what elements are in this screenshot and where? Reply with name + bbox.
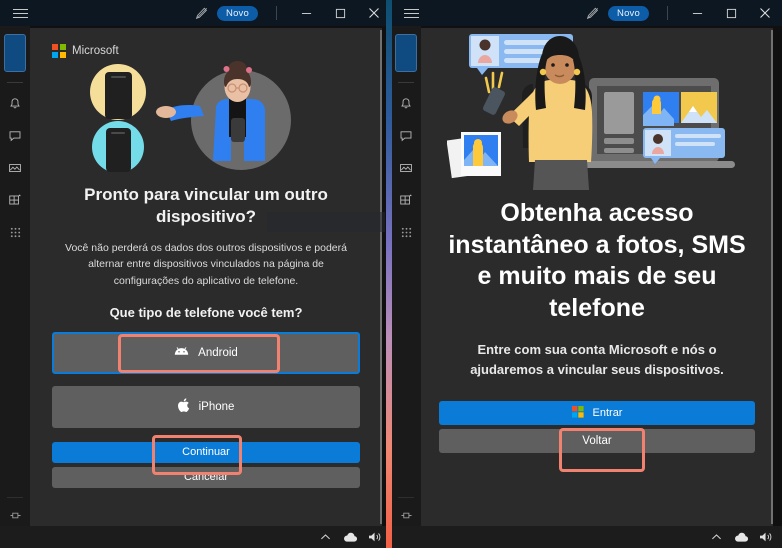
titlebar-divider [667,6,668,20]
photos-icon[interactable] [0,153,30,183]
pin-icon[interactable] [0,504,30,526]
continue-button[interactable]: Continuar [52,441,360,463]
sign-in-label: Entrar [592,407,623,419]
hamburger-icon[interactable] [0,0,40,26]
back-button[interactable]: Voltar [439,429,755,453]
page-title: Obtenha acesso instantâneo a fotos, SMS … [448,199,746,322]
minimize-button[interactable] [680,0,714,26]
titlebar-divider [276,6,277,20]
titlebar-right: Novo [391,0,782,26]
apps-icon[interactable] [0,185,30,215]
novo-badge[interactable]: Novo [217,5,258,21]
option-iphone-label: iPhone [198,400,235,413]
dialpad-icon[interactable] [391,217,421,247]
microsoft-logo: Microsoft [52,44,360,58]
option-iphone[interactable]: iPhone [52,385,360,428]
content-card-left: Microsoft Pronto para vincular um outro … [30,28,382,526]
phone-type-question: Que tipo de telefone você tem? [109,304,303,320]
screenshot-root: Novo Microsoft Pronto para vincular um o… [0,0,782,548]
bell-icon[interactable] [391,89,421,119]
taskbar-left [0,526,391,548]
pen-icon[interactable] [188,0,214,26]
apps-icon[interactable] [391,185,421,215]
content-card-right: Obtenha acesso instantâneo a fotos, SMS … [421,28,773,526]
scrollbar-right[interactable] [771,30,773,524]
option-android[interactable]: Android [52,331,360,374]
apple-icon [177,398,190,415]
scrollbar-left[interactable] [380,30,382,524]
volume-icon[interactable] [367,529,383,545]
chat-icon[interactable] [391,121,421,151]
maximize-button[interactable] [714,0,748,26]
chevron-up-icon[interactable] [317,529,333,545]
panel-divider [386,0,392,548]
titlebar-left: Novo [0,0,391,26]
cloud-icon[interactable] [733,529,749,545]
minimize-button[interactable] [289,0,323,26]
novo-badge[interactable]: Novo [608,5,649,21]
android-icon [174,346,189,359]
photos-icon[interactable] [391,153,421,183]
cloud-icon[interactable] [342,529,358,545]
microsoft-logo-icon [52,44,66,58]
volume-icon[interactable] [758,529,774,545]
taskbar-right [391,526,782,548]
sidebar-item-account[interactable] [395,34,417,72]
chevron-up-icon[interactable] [708,529,724,545]
cancel-button[interactable]: Cancelar [52,466,360,488]
page-body: Entre com sua conta Microsoft e nós o aj… [470,342,724,377]
nav-rail-left [0,26,30,526]
dialpad-icon[interactable] [0,217,30,247]
bell-icon[interactable] [0,89,30,119]
hamburger-icon[interactable] [391,0,431,26]
sign-in-button[interactable]: Entrar [439,401,755,425]
option-android-label: Android [198,346,238,359]
rail-separator [398,82,414,83]
nav-rail-right [391,26,421,526]
pin-icon[interactable] [391,504,421,526]
faint-overlay [267,212,385,232]
illustration-link-device [52,58,360,172]
chat-icon[interactable] [0,121,30,151]
maximize-button[interactable] [323,0,357,26]
pen-icon[interactable] [579,0,605,26]
phone-link-window-left: Novo Microsoft Pronto para vincular um o… [0,0,391,548]
sidebar-item-account[interactable] [4,34,26,72]
close-button[interactable] [748,0,782,26]
phone-link-window-right: Novo Obtenha acesso instantâneo a fotos,… [391,0,782,548]
rail-separator [7,82,23,83]
page-body: Você não perderá os dados dos outros dis… [65,242,347,287]
illustration-instant-access [439,28,755,190]
brand-label: Microsoft [72,45,119,57]
microsoft-logo-icon [571,405,584,421]
